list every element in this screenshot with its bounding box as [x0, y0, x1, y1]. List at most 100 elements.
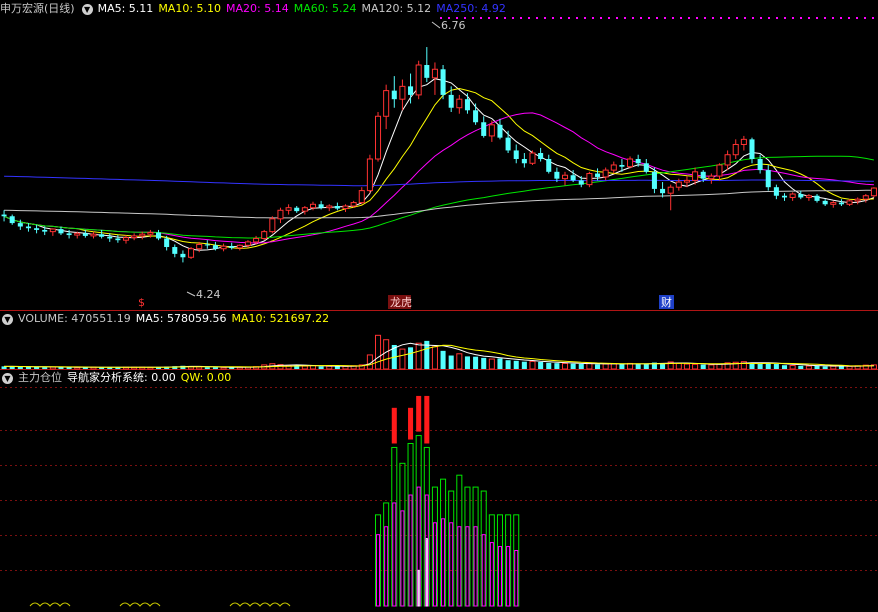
- indicator-magenta-bar: [408, 494, 413, 607]
- top-dot: [704, 17, 706, 19]
- candle-body: [285, 207, 292, 211]
- candle-body: [862, 195, 869, 200]
- candle-body: [34, 228, 40, 230]
- indicator-item-1: 导航家分析系统: 0.00: [67, 371, 176, 384]
- candle-body: [358, 190, 365, 204]
- top-dot: [744, 17, 746, 19]
- candle-body: [740, 138, 747, 145]
- top-dot: [672, 17, 674, 19]
- volume-bar: [529, 360, 536, 370]
- indicator-dropdown-icon[interactable]: ▼: [2, 372, 13, 384]
- top-dot: [712, 17, 714, 19]
- candle-body: [473, 110, 479, 123]
- volume-bar: [25, 366, 31, 369]
- volume-bar: [700, 364, 706, 369]
- candle-body: [675, 181, 682, 188]
- candle-body: [838, 202, 844, 205]
- top-dot: [856, 17, 858, 19]
- top-dot: [784, 17, 786, 19]
- candle-body: [805, 195, 812, 198]
- candle-body: [724, 154, 731, 166]
- candle-body: [814, 195, 820, 201]
- volume-bar: [830, 365, 837, 370]
- volume-bar: [440, 350, 446, 369]
- volume-bar: [692, 363, 699, 370]
- legend-ma60: MA60: 5.24: [293, 2, 357, 15]
- indicator-baseline-arc: [29, 602, 71, 607]
- volume-bar: [383, 339, 390, 370]
- top-dot: [816, 17, 818, 19]
- volume-bar: [602, 363, 609, 370]
- event-marker-1: $: [138, 296, 145, 309]
- top-dot: [800, 17, 802, 19]
- indicator-grid: [0, 387, 878, 571]
- candle-body: [408, 86, 414, 95]
- candle-body: [415, 64, 422, 96]
- indicator-magenta-bar: [400, 510, 405, 607]
- volume-bar: [635, 364, 641, 369]
- candle-body: [204, 244, 210, 246]
- candle-body: [399, 85, 406, 100]
- indicator-magenta-bar: [457, 526, 462, 607]
- indicator-magenta-bar: [506, 546, 511, 607]
- candle-body: [448, 94, 454, 108]
- stock-chart[interactable]: 6.76 4.24 $ 龙虎 财: [0, 0, 878, 612]
- volume-bar: [301, 365, 308, 370]
- volume-bar: [415, 342, 422, 370]
- event-marker-2: 龙虎: [390, 296, 412, 309]
- top-dot: [872, 17, 874, 19]
- volume-bar: [204, 367, 210, 369]
- candle-body: [683, 179, 690, 183]
- candle-body: [538, 153, 544, 159]
- indicator-magenta-bar: [424, 494, 429, 607]
- volume-bar: [570, 363, 576, 369]
- candle-body: [431, 68, 438, 79]
- candle-body: [830, 202, 837, 205]
- volume-bar: [643, 363, 649, 369]
- candle-body: [561, 174, 569, 180]
- period-label: (日线): [44, 2, 75, 15]
- candle-body: [342, 205, 349, 210]
- candle-body: [147, 231, 154, 235]
- candle-body: [334, 206, 340, 209]
- candle-body: [375, 115, 382, 160]
- top-dot: [480, 17, 482, 19]
- top-dot: [624, 17, 626, 19]
- indicator-red-bar: [391, 407, 397, 444]
- legend-ma250: MA250: 4.92: [436, 2, 506, 15]
- candle-body: [49, 228, 56, 233]
- candle-body: [497, 124, 503, 138]
- volume-bar: [538, 361, 544, 369]
- candle-body: [660, 188, 666, 194]
- indicator-magenta-bar: [514, 550, 519, 607]
- indicator-red-bar: [416, 395, 422, 432]
- volume-dropdown-icon[interactable]: ▼: [2, 313, 13, 325]
- top-dot: [584, 17, 586, 19]
- candle-body: [700, 171, 706, 179]
- volume-bar: [595, 364, 601, 369]
- candle-body: [9, 216, 15, 224]
- top-dot: [600, 17, 602, 19]
- legend-ma5: MA5: 5.11: [97, 2, 154, 15]
- top-dot: [576, 17, 578, 19]
- volume-bar: [757, 363, 763, 369]
- indicator-bars: [29, 395, 520, 607]
- top-dot: [696, 17, 698, 19]
- volume-bar: [708, 364, 715, 370]
- candle-body: [309, 203, 317, 209]
- top-dot: [776, 17, 778, 19]
- low-price-label: 4.24: [196, 288, 221, 301]
- volume-bar: [399, 348, 406, 370]
- volume-bar: [805, 365, 812, 370]
- candle-body: [301, 207, 308, 212]
- candle-body: [172, 247, 178, 254]
- low-price-pointer: [186, 291, 196, 297]
- indicator-item-2: QW: 0.00: [180, 371, 232, 384]
- volume-bar: [497, 358, 503, 369]
- price-dropdown-icon[interactable]: ▼: [81, 3, 93, 15]
- candle-body: [481, 122, 487, 136]
- volume-bar: [521, 361, 527, 369]
- indicator-magenta-bar: [432, 522, 437, 607]
- top-dot: [864, 17, 866, 19]
- candle-body: [196, 243, 203, 250]
